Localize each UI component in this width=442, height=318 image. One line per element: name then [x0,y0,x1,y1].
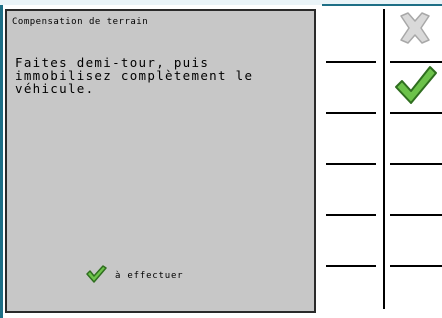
cancel-softkey[interactable] [390,9,440,57]
empty-softkey[interactable] [390,113,440,161]
top-accent-line [322,4,442,6]
check-icon [390,66,440,113]
softkey-separator [326,112,376,114]
softkey-separator [326,163,376,165]
left-border [0,5,3,318]
empty-softkey[interactable] [390,215,440,263]
softkey-separator [326,265,376,267]
softkey-bar [326,9,442,309]
terrain-compensation-dialog: Compensation de terrain Faites demi-tour… [5,9,316,313]
dialog-message: Faites demi-tour, puis immobilisez compl… [15,55,254,96]
confirm-softkey[interactable] [390,61,440,109]
check-icon [85,264,107,288]
empty-softkey[interactable] [390,164,440,212]
dialog-title: Compensation de terrain [12,17,149,27]
softkey-divider [383,9,385,309]
close-icon [390,12,440,61]
softkey-separator [326,61,376,63]
empty-softkey[interactable] [390,266,440,314]
pending-action-hint: à effectuer [85,264,183,288]
softkey-separator [326,214,376,216]
hint-label: à effectuer [115,271,184,281]
